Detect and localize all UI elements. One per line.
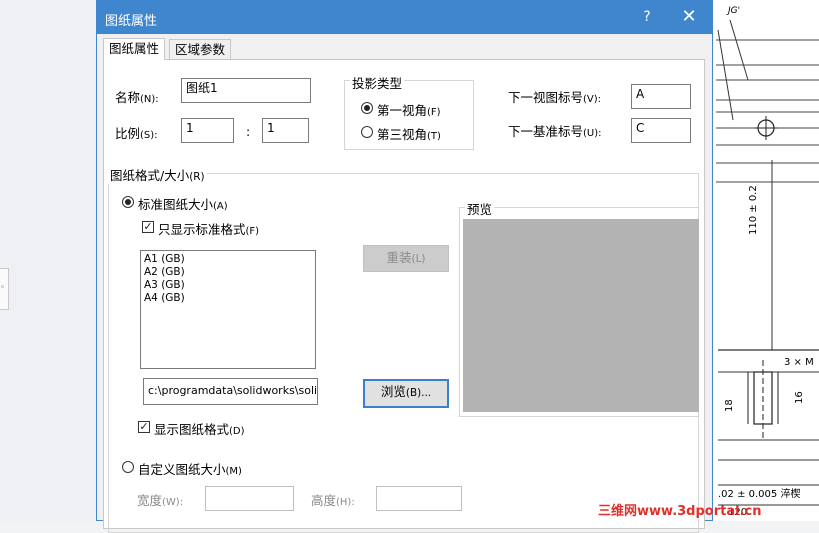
close-icon[interactable]: ✕	[677, 6, 701, 30]
width-label: 宽度(W):	[137, 493, 184, 508]
drawing-note: JG'	[728, 6, 741, 16]
next-datum-input[interactable]: C	[631, 118, 691, 143]
next-view-label: 下一视图标号(V):	[508, 90, 602, 105]
custom-size-radio[interactable]	[122, 461, 134, 473]
background-drawing-area: JG' 110 ± 0.2 3 × M 18 16 .02 ± 0.005 淬楔…	[708, 0, 819, 521]
name-input[interactable]: 图纸1	[181, 78, 311, 103]
height-input[interactable]	[376, 486, 462, 511]
sheet-format-title: 图纸格式/大小(R)	[108, 165, 207, 184]
list-item[interactable]: A3 (GB)	[141, 279, 315, 292]
background-left-panel: ◦	[0, 0, 96, 521]
drawing-tolerance: .02 ± 0.005 淬楔	[718, 489, 801, 500]
show-format-label: 显示图纸格式(D)	[154, 422, 245, 437]
format-path-input[interactable]: c:\programdata\solidworks\solid	[143, 378, 318, 405]
scale-separator: :	[246, 124, 251, 139]
drawing-dimension-vertical: 110 ± 0.2	[748, 185, 759, 235]
third-angle-label: 第三视角(T)	[377, 127, 441, 142]
first-angle-radio[interactable]	[361, 102, 373, 114]
name-label: 名称(N):	[115, 90, 159, 105]
show-format-checkbox[interactable]: ✓	[138, 421, 150, 433]
standard-size-radio[interactable]	[122, 196, 134, 208]
tab-zone-parameters[interactable]: 区域参数	[169, 39, 232, 59]
sheet-properties-dialog: 图纸属性 ? ✕ 图纸属性 区域参数 名称(N): 图纸1 比例(S): 1 :…	[96, 0, 713, 533]
tab-sheet-properties[interactable]: 图纸属性	[103, 38, 166, 60]
scale-label: 比例(S):	[115, 126, 158, 141]
list-item[interactable]: A1 (GB)	[141, 253, 315, 266]
preview-image	[463, 219, 699, 412]
list-item[interactable]: A4 (GB)	[141, 292, 315, 305]
scale-numerator-input[interactable]: 1	[181, 118, 234, 143]
reload-button[interactable]: 重装(L)	[363, 245, 449, 272]
projection-type-title: 投影类型	[350, 73, 405, 92]
list-item[interactable]: A2 (GB)	[141, 266, 315, 279]
standard-size-label: 标准图纸大小(A)	[138, 197, 228, 212]
preview-title: 预览	[465, 199, 495, 218]
watermark: 三维网www.3dportal.cn	[598, 504, 762, 519]
only-standard-label: 只显示标准格式(F)	[158, 222, 260, 237]
paper-size-list[interactable]: A1 (GB) A2 (GB) A3 (GB) A4 (GB)	[140, 250, 316, 369]
only-standard-checkbox[interactable]: ✓	[142, 221, 154, 233]
third-angle-radio[interactable]	[361, 126, 373, 138]
next-view-input[interactable]: A	[631, 84, 691, 109]
custom-size-label: 自定义图纸大小(M)	[138, 462, 242, 477]
drawing-thread-label: 3 × M	[784, 357, 814, 368]
dialog-title: 图纸属性	[105, 14, 158, 29]
cad-drawing	[708, 0, 819, 521]
tab-panel: 名称(N): 图纸1 比例(S): 1 : 1 投影类型 第一视角(F) 第三视…	[103, 59, 705, 533]
panel-collapse-handle[interactable]: ◦	[0, 268, 9, 310]
first-angle-label: 第一视角(F)	[377, 103, 441, 118]
browse-button[interactable]: 浏览(B)...	[363, 379, 449, 408]
help-icon[interactable]: ?	[637, 7, 657, 27]
dialog-titlebar[interactable]: 图纸属性 ? ✕	[97, 1, 712, 34]
drawing-dimension-16: 16	[794, 391, 805, 404]
height-label: 高度(H):	[311, 493, 355, 508]
drawing-dimension-18: 18	[724, 399, 735, 412]
next-datum-label: 下一基准标号(U):	[508, 124, 602, 139]
width-input[interactable]	[205, 486, 294, 511]
scale-denominator-input[interactable]: 1	[262, 118, 309, 143]
